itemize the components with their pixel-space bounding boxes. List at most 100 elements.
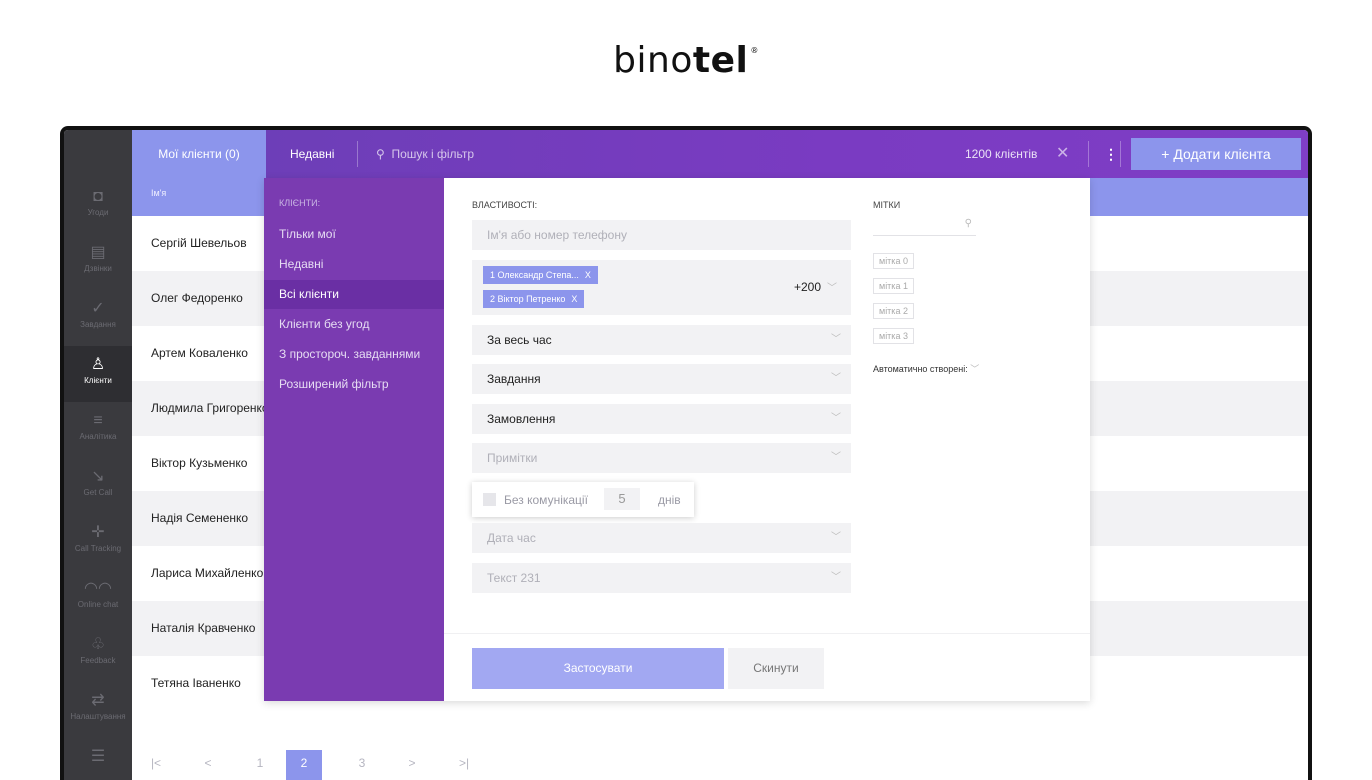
top-bar: Мої клієнти (0) Недавні ⚲ Пошук і фільтр… <box>132 130 1308 178</box>
sidebar-item-tasks[interactable]: ✓ Завдання <box>64 290 132 346</box>
chip-remove-icon[interactable]: X <box>571 294 577 304</box>
tag-item[interactable]: мітка 0 <box>873 253 914 269</box>
period-select[interactable]: За весь час ﹀ <box>472 325 851 355</box>
menu-icon: ☰ <box>90 748 106 765</box>
column-name-header[interactable]: Ім'я <box>151 188 166 198</box>
sidebar: ◘ Угоди ▤ Дзвінки ✓ Завдання ♙ Клієнти ≡… <box>64 130 132 780</box>
chevron-down-icon: ﹀ <box>831 334 841 345</box>
sidebar-item-calls[interactable]: ▤ Дзвінки <box>64 234 132 290</box>
apply-button[interactable]: Застосувати <box>472 648 724 689</box>
filter-no-deals[interactable]: Клієнти без угод <box>264 310 444 339</box>
analytics-icon: ≡ <box>93 412 103 429</box>
client-name: Тетяна Іваненко <box>151 676 241 690</box>
prev-page-button[interactable]: < <box>190 750 226 780</box>
page-button[interactable]: 3 <box>344 750 380 780</box>
tags-search-input[interactable]: ⚲ <box>873 216 976 236</box>
logo-mark: ® <box>750 46 759 55</box>
close-icon[interactable]: ✕ <box>1056 130 1069 178</box>
name-or-phone-input[interactable]: Ім'я або номер телефону <box>472 220 851 250</box>
sidebar-item-clients[interactable]: ♙ Клієнти <box>64 346 132 402</box>
sidebar-item-label: Online chat <box>77 600 119 609</box>
page-button[interactable]: 1 <box>242 750 278 780</box>
filter-advanced[interactable]: Розширений фільтр <box>264 370 444 399</box>
sidebar-item-feedback[interactable]: ♧ Feedback <box>64 626 132 682</box>
chevron-down-icon: ﹀ <box>970 364 980 374</box>
no-communication-filter: Без комунікації 5 днів <box>472 482 694 517</box>
chevron-down-icon: ﹀ <box>827 283 838 294</box>
first-page-button[interactable]: |< <box>138 750 174 780</box>
more-count: +200 <box>794 280 822 294</box>
client-chip: 1 Олександр Степа... X <box>483 266 598 284</box>
client-name: Артем Коваленко <box>151 346 248 360</box>
sidebar-item-analytics[interactable]: ≡ Аналітика <box>64 402 132 458</box>
search-input[interactable]: ⚲ Пошук і фільтр <box>376 130 474 178</box>
chip-remove-icon[interactable]: X <box>585 270 591 280</box>
orders-select[interactable]: Замовлення ﹀ <box>472 404 851 434</box>
sidebar-item-label: Call Tracking <box>74 544 122 553</box>
sidebar-item-label: Клієнти <box>84 376 112 385</box>
feedback-icon: ♧ <box>90 636 106 653</box>
notes-select[interactable]: Примітки ﹀ <box>472 443 851 473</box>
sidebar-item-settings[interactable]: ⇄ Налаштування <box>64 682 132 738</box>
add-client-button[interactable]: + Додати клієнта <box>1131 138 1301 170</box>
divider <box>1120 141 1121 167</box>
logo-part2: tel <box>692 40 749 81</box>
filter-recent[interactable]: Недавні <box>264 250 444 279</box>
sidebar-item-getcall[interactable]: ↘ Get Call <box>64 458 132 514</box>
text231-select[interactable]: Текст 231 ﹀ <box>472 563 851 593</box>
client-name: Олег Федоренко <box>151 291 243 305</box>
client-chip: 2 Віктор Петренко X <box>483 290 585 308</box>
calltracking-icon: ✛ <box>91 524 105 541</box>
sidebar-item-label: Угоди <box>87 208 109 217</box>
client-name: Надія Семененко <box>151 511 249 525</box>
page-button-current[interactable]: 2 <box>286 750 322 780</box>
tab-recent[interactable]: Недавні <box>290 130 334 178</box>
client-name: Сергій Шевельов <box>151 236 247 250</box>
client-name: Наталія Кравченко <box>151 621 256 635</box>
tags-title: МІТКИ <box>873 200 901 210</box>
sidebar-item-onlinechat[interactable]: ◠◠ Online chat <box>64 570 132 626</box>
filter-overdue-tasks[interactable]: З простороч. завданнями <box>264 340 444 369</box>
search-icon: ⚲ <box>376 147 385 161</box>
filter-only-mine[interactable]: Тільки мої <box>264 220 444 249</box>
no-communication-checkbox[interactable] <box>483 493 496 506</box>
datetime-select[interactable]: Дата час ﹀ <box>472 523 851 553</box>
auto-created-dropdown[interactable]: Автоматично створені: ﹀ <box>873 362 979 375</box>
auto-created-label: Автоматично створені: <box>873 364 968 374</box>
onlinechat-icon: ◠◠ <box>84 580 112 597</box>
sidebar-item-menu[interactable]: ☰ <box>64 738 132 780</box>
tag-item[interactable]: мітка 1 <box>873 278 914 294</box>
filter-panel: КЛІЄНТИ: Тільки мої Недавні Всі клієнти … <box>264 178 1090 701</box>
sidebar-item-deals[interactable]: ◘ Угоди <box>64 178 132 234</box>
tasks-value: Завдання <box>487 372 541 386</box>
pagination: |< < 1 2 3 > >| <box>132 750 532 780</box>
sidebar-item-label: Налаштування <box>70 712 126 721</box>
chevron-down-icon: ﹀ <box>831 572 841 583</box>
more-options-icon[interactable]: ⋮ <box>1104 130 1118 178</box>
logo-part1: bino <box>613 40 693 81</box>
divider <box>1088 141 1089 167</box>
no-communication-days-input[interactable]: 5 <box>604 488 640 510</box>
no-communication-label: Без комунікації <box>504 493 588 507</box>
filter-menu-title: КЛІЄНТИ: <box>279 198 321 208</box>
reset-button[interactable]: Скинути <box>728 648 824 689</box>
next-page-button[interactable]: > <box>394 750 430 780</box>
sidebar-item-calltracking[interactable]: ✛ Call Tracking <box>64 514 132 570</box>
tag-item[interactable]: мітка 3 <box>873 328 914 344</box>
filter-all-clients[interactable]: Всі клієнти <box>264 280 444 309</box>
more-clients-dropdown[interactable]: +200 ﹀ <box>794 279 837 294</box>
last-page-button[interactable]: >| <box>446 750 482 780</box>
datetime-value: Дата час <box>487 531 536 545</box>
settings-icon: ⇄ <box>91 692 105 709</box>
clients-count: 1200 клієнтів <box>965 147 1038 161</box>
binotel-logo: binotel ® <box>0 40 1372 81</box>
sidebar-item-label: Завдання <box>80 320 116 329</box>
properties-title: ВЛАСТИВОСТІ: <box>472 200 538 210</box>
app-screen: ◘ Угоди ▤ Дзвінки ✓ Завдання ♙ Клієнти ≡… <box>64 130 1308 780</box>
tag-item[interactable]: мітка 2 <box>873 303 914 319</box>
tasks-select[interactable]: Завдання ﹀ <box>472 364 851 394</box>
tab-my-clients[interactable]: Мої клієнти (0) <box>132 130 266 178</box>
selected-clients-field[interactable]: 1 Олександр Степа... X 2 Віктор Петренко X… <box>472 260 851 315</box>
no-communication-unit: днів <box>658 493 681 507</box>
search-placeholder: Пошук і фільтр <box>391 147 475 161</box>
